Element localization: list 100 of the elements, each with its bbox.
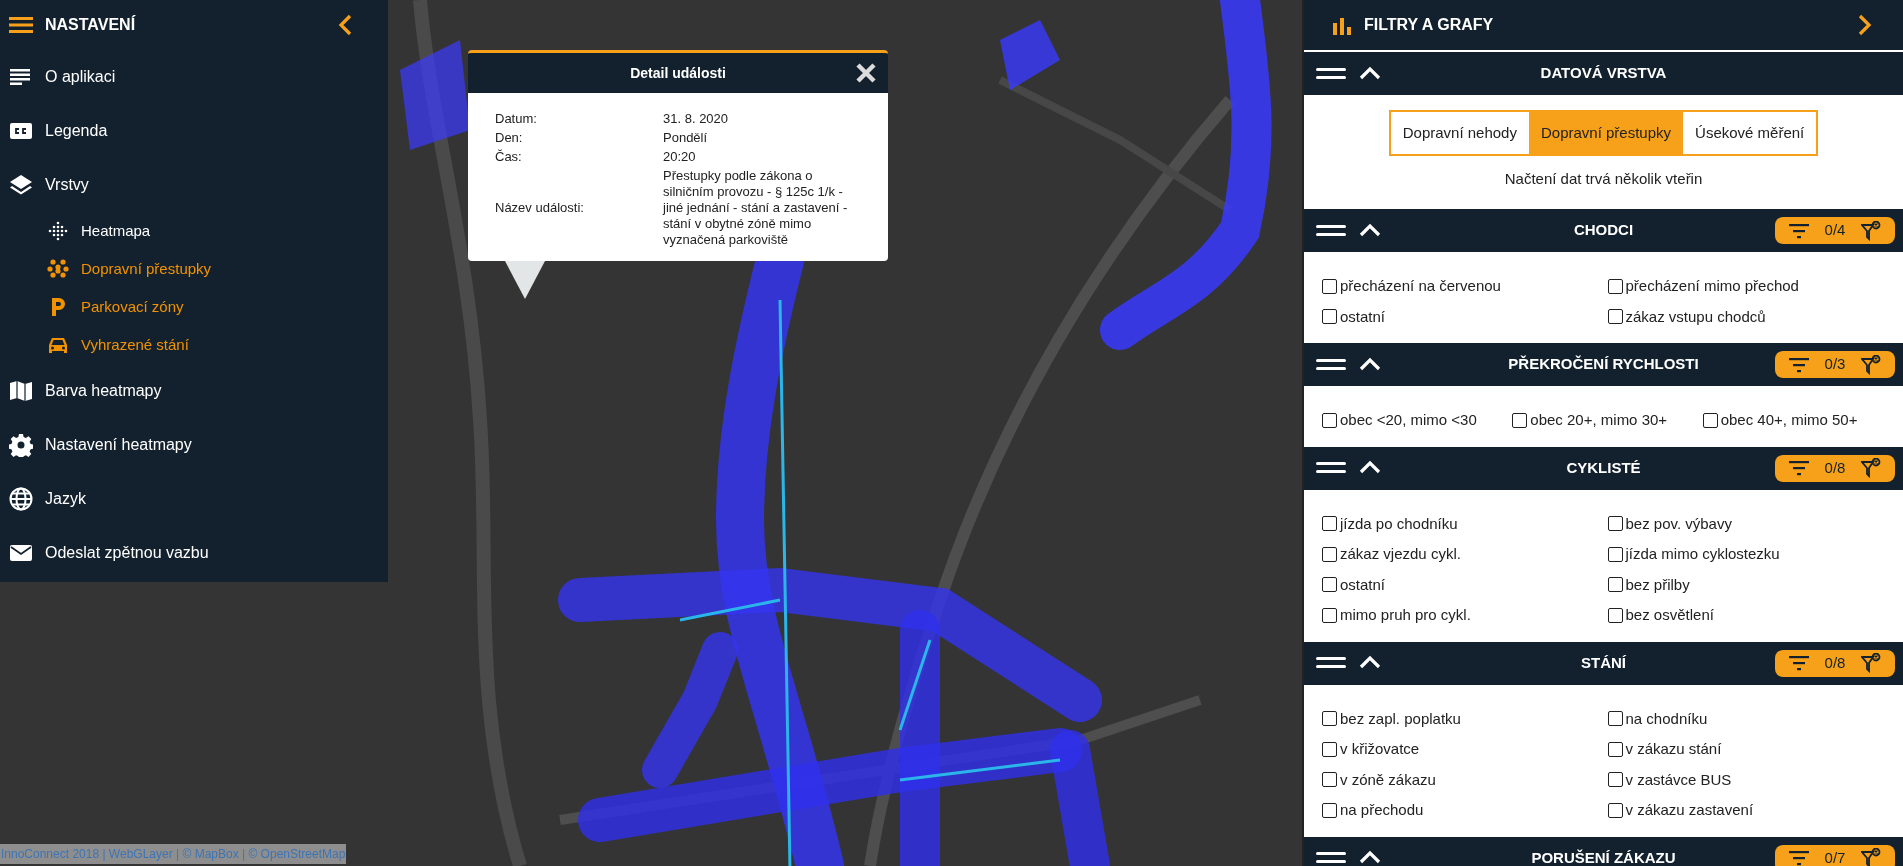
checkbox-label: na přechodu xyxy=(1340,800,1424,820)
section-header[interactable]: CHODCI 0/4 xyxy=(1304,209,1903,252)
clear-filter-icon[interactable] xyxy=(1861,354,1881,375)
filter-count: 0/7 xyxy=(1824,847,1846,866)
section-title: STÁNÍ xyxy=(1581,652,1626,673)
checkbox[interactable] xyxy=(1607,802,1623,818)
settings-icon xyxy=(9,433,33,457)
filter-badge[interactable]: 0/7 xyxy=(1775,844,1895,866)
checkbox[interactable] xyxy=(1607,278,1623,294)
field-label: Den: xyxy=(495,129,524,147)
checkbox[interactable] xyxy=(1607,516,1623,532)
clear-filter-icon[interactable] xyxy=(1861,653,1881,673)
checkbox[interactable] xyxy=(1322,607,1337,623)
sidebar-item[interactable]: O aplikaci xyxy=(0,50,388,104)
close-icon[interactable] xyxy=(856,63,876,83)
sidebar-item[interactable]: Vrstvy xyxy=(0,158,388,212)
checkbox[interactable] xyxy=(1322,711,1337,727)
field-value: 20:20 xyxy=(663,147,697,166)
checkbox[interactable] xyxy=(1702,412,1718,428)
checkbox[interactable] xyxy=(1607,309,1623,325)
checkbox-label: v křižovatce xyxy=(1340,739,1420,759)
popup-pointer-icon xyxy=(505,261,545,301)
layer-item[interactable]: Vyhrazené stání xyxy=(0,326,388,364)
section-header[interactable]: STÁNÍ 0/8 xyxy=(1304,641,1903,685)
filter-icon xyxy=(1789,460,1809,476)
filter-count: 0/3 xyxy=(1824,354,1846,375)
sidebar-item[interactable]: Jazyk xyxy=(0,472,388,526)
clear-filter-icon[interactable] xyxy=(1861,848,1881,866)
filter-badge[interactable]: 0/3 xyxy=(1775,351,1895,378)
checkbox[interactable] xyxy=(1607,772,1623,788)
filter-badge[interactable]: 0/8 xyxy=(1775,649,1895,677)
section-header[interactable]: CYKLISTÉ 0/8 xyxy=(1304,446,1903,490)
section-title: CHODCI xyxy=(1573,220,1634,241)
sidebar-item[interactable]: Nastavení heatmapy xyxy=(0,418,388,472)
filter-icon xyxy=(1789,655,1809,671)
layer-tab[interactable]: Dopravní přestupky xyxy=(1528,112,1684,154)
checkbox-label: bez osvětlení xyxy=(1625,605,1714,625)
checkbox[interactable] xyxy=(1607,577,1623,593)
checkbox-label: obec <20, mimo <30 xyxy=(1340,410,1477,430)
filter-count: 0/4 xyxy=(1824,220,1846,241)
checkbox-label: přecházení mimo přechod xyxy=(1625,276,1799,296)
checkbox-label: ostatní xyxy=(1340,574,1386,595)
bar-chart-icon xyxy=(1332,15,1352,35)
field-label: Název události: xyxy=(495,199,585,217)
sidebar-title: NASTAVENÍ xyxy=(45,14,137,35)
layer-item[interactable]: Dopravní přestupky xyxy=(0,250,388,288)
checkbox-label: zákaz vjezdu cykl. xyxy=(1340,544,1461,564)
checkbox-label: přecházení na červenou xyxy=(1340,276,1501,296)
checkbox-label: jízda mimo cyklostezku xyxy=(1625,544,1780,564)
filter-badge[interactable]: 0/4 xyxy=(1775,217,1895,244)
drag-handle-icon[interactable] xyxy=(1316,357,1346,372)
dots-icon xyxy=(47,258,69,280)
sidebar-item[interactable]: Odeslat zpětnou vazbu xyxy=(0,526,388,580)
section-header[interactable]: PŘEKROČENÍ RYCHLOSTI 0/3 xyxy=(1304,343,1903,386)
clear-filter-icon[interactable] xyxy=(1861,220,1881,241)
checkbox-label: obec 20+, mimo 30+ xyxy=(1530,410,1668,430)
clear-filter-icon[interactable] xyxy=(1861,458,1881,478)
filter-badge[interactable]: 0/8 xyxy=(1775,454,1895,482)
checkbox[interactable] xyxy=(1322,772,1337,788)
checkbox[interactable] xyxy=(1322,278,1337,294)
globe-icon xyxy=(9,487,33,511)
section-title: PŘEKROČENÍ RYCHLOSTI xyxy=(1508,354,1699,375)
section-header[interactable]: PORUŠENÍ ZÁKAZU 0/7 xyxy=(1304,836,1903,866)
checkbox-label: jízda po chodníku xyxy=(1340,513,1458,534)
checkbox[interactable] xyxy=(1322,802,1337,818)
layer-item[interactable]: Heatmapa xyxy=(0,212,388,250)
menu-icon[interactable] xyxy=(9,15,33,35)
checkbox-label: v zóně zákazu xyxy=(1340,769,1436,790)
checkbox[interactable] xyxy=(1322,577,1337,593)
checkbox-label: obec 40+, mimo 50+ xyxy=(1720,410,1858,430)
field-value: 31. 8. 2020 xyxy=(663,109,730,128)
checkbox[interactable] xyxy=(1607,607,1623,623)
filter-icon xyxy=(1789,356,1809,373)
drag-handle-icon[interactable] xyxy=(1316,461,1346,475)
checkbox-label: v zákazu zastavení xyxy=(1625,800,1754,820)
drag-handle-icon[interactable] xyxy=(1316,851,1346,865)
checkbox[interactable] xyxy=(1322,412,1337,428)
checkbox[interactable] xyxy=(1322,516,1337,532)
checkbox-label: v zastávce BUS xyxy=(1625,769,1732,790)
checkbox-label: bez zapl. poplatku xyxy=(1340,708,1461,729)
drag-handle-icon[interactable] xyxy=(1316,66,1346,81)
layer-item[interactable]: Parkovací zóny xyxy=(0,288,388,326)
checkbox[interactable] xyxy=(1322,546,1337,562)
checkbox[interactable] xyxy=(1512,412,1528,428)
checkbox[interactable] xyxy=(1322,309,1337,325)
checkbox-label: v zákazu stání xyxy=(1625,739,1722,759)
section-title: CYKLISTÉ xyxy=(1566,457,1641,478)
sidebar-item[interactable]: Legenda xyxy=(0,104,388,158)
drag-handle-icon[interactable] xyxy=(1316,656,1346,670)
drag-handle-icon[interactable] xyxy=(1316,223,1346,238)
loading-note: Načtení dat trvá několik vteřin xyxy=(1504,169,1703,189)
checkbox[interactable] xyxy=(1322,741,1337,757)
sidebar-item[interactable]: Barva heatmapy xyxy=(0,364,388,418)
section-title: DATOVÁ VRSTVA xyxy=(1540,63,1667,84)
section-header[interactable]: DATOVÁ VRSTVA xyxy=(1304,52,1903,95)
section-title: PORUŠENÍ ZÁKAZU xyxy=(1531,847,1676,866)
checkbox[interactable] xyxy=(1607,741,1623,757)
checkbox[interactable] xyxy=(1607,711,1623,727)
field-value: Pondělí xyxy=(663,128,709,147)
checkbox[interactable] xyxy=(1607,546,1623,562)
